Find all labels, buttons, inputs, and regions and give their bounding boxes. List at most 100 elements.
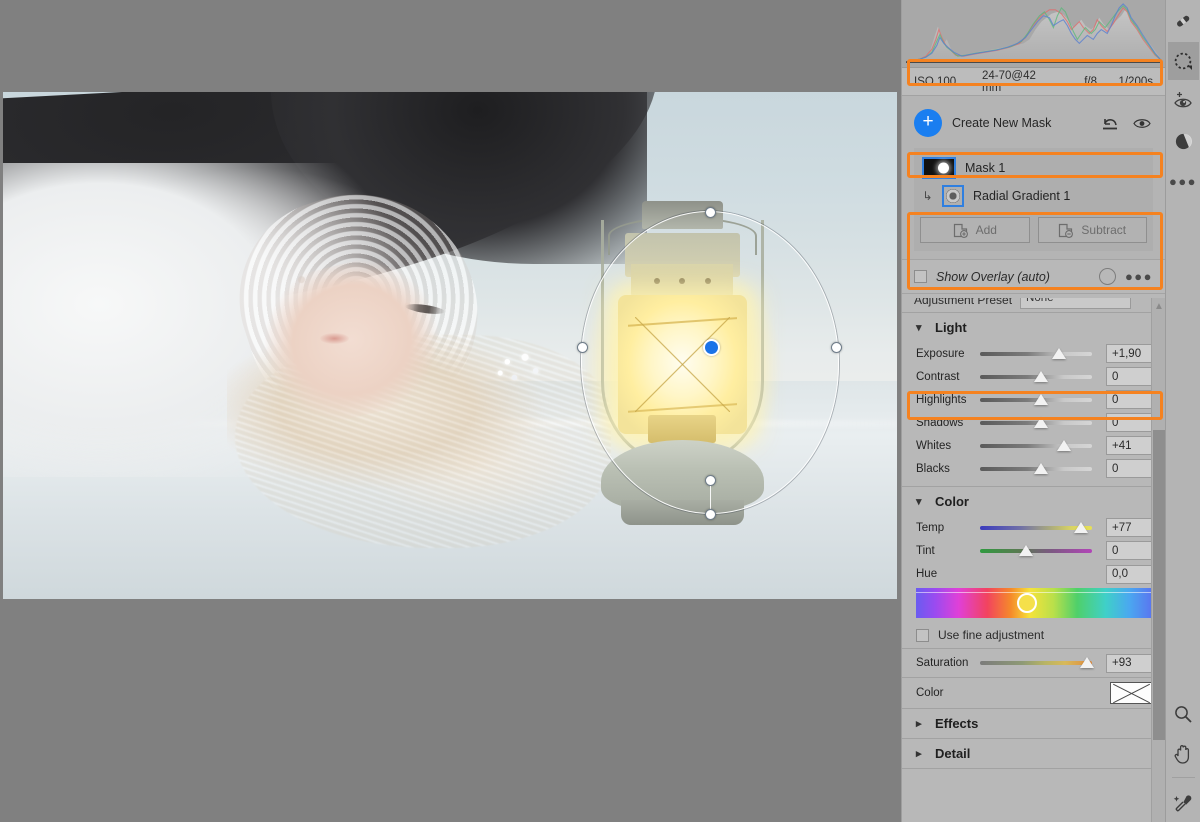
slider-track-area[interactable]: [980, 342, 1102, 365]
slider-track-area[interactable]: [980, 388, 1102, 411]
slider-thumb[interactable]: [1057, 439, 1072, 451]
overlay-color-circle-icon[interactable]: [1098, 268, 1116, 285]
slider-label: Shadows: [916, 416, 964, 429]
slider-value[interactable]: 0: [1106, 367, 1153, 386]
scroll-up-icon[interactable]: ▲: [1152, 300, 1166, 314]
photo-preview[interactable]: [3, 92, 897, 599]
color-swatch-row[interactable]: Color: [902, 678, 1165, 708]
eyedropper-tool[interactable]: [1168, 784, 1199, 822]
slider-value[interactable]: 0: [1106, 541, 1153, 560]
show-overlay-row[interactable]: Show Overlay (auto) ●●●: [902, 260, 1165, 294]
slider-thumb[interactable]: [1080, 657, 1095, 668]
slider-blacks[interactable]: Blacks 0: [902, 457, 1165, 480]
slider-thumb[interactable]: [1034, 370, 1048, 382]
hue-value[interactable]: 0,0: [1106, 564, 1153, 584]
hue-row[interactable]: Hue 0,0: [902, 562, 1165, 586]
slider-thumb[interactable]: [1019, 544, 1034, 556]
magnifier-icon: [1175, 706, 1192, 723]
color-row-label: Color: [916, 687, 944, 699]
slider-value[interactable]: 0: [1106, 459, 1153, 478]
slider-track-area[interactable]: [980, 434, 1102, 457]
red-eye-tool[interactable]: [1168, 82, 1199, 120]
radial-feather-handle[interactable]: [705, 509, 716, 520]
adjustment-preset-label: Adjustment Preset: [914, 298, 1013, 307]
masking-circle-icon: [1174, 52, 1192, 70]
slider-track-area[interactable]: [980, 539, 1102, 562]
radial-right-handle[interactable]: [831, 342, 842, 353]
eye-icon[interactable]: [1131, 112, 1153, 134]
slider-thumb[interactable]: [1034, 393, 1048, 405]
healing-brush-tool[interactable]: [1168, 2, 1199, 40]
create-new-mask-row[interactable]: + Create New Mask: [914, 106, 1153, 140]
shutter-value: 1/200s: [1118, 75, 1153, 88]
plus-icon[interactable]: +: [914, 109, 942, 137]
slider-track-area[interactable]: [980, 365, 1102, 388]
slider-highlights[interactable]: Highlights 0: [902, 388, 1165, 411]
zoom-tool[interactable]: [1168, 695, 1199, 733]
lantern-cross-frame: [634, 317, 730, 412]
slider-value[interactable]: +77: [1106, 518, 1153, 537]
hand-tool[interactable]: [1168, 735, 1199, 773]
slider-value[interactable]: +41: [1106, 436, 1153, 455]
red-eye-icon: [1174, 92, 1192, 108]
slider-saturation[interactable]: Saturation +93: [902, 649, 1165, 677]
scrollbar-thumb[interactable]: [1153, 430, 1165, 740]
radial-center-handle[interactable]: [703, 339, 720, 356]
slider-contrast[interactable]: Contrast 0: [902, 365, 1165, 388]
subtract-button[interactable]: Subtract: [1037, 217, 1147, 243]
spot-removal-tool[interactable]: [1168, 122, 1199, 160]
photo-lantern: [598, 201, 768, 528]
slider-label: Contrast: [916, 370, 960, 383]
more-options-icon[interactable]: ●●●: [1125, 269, 1153, 284]
slider-track-area[interactable]: [980, 516, 1102, 539]
radial-bottom-handle[interactable]: [705, 475, 716, 486]
slider-track-area[interactable]: [980, 457, 1102, 480]
slider-value[interactable]: +93: [1106, 653, 1153, 673]
slider-temp[interactable]: Temp +77: [902, 516, 1165, 539]
slider-thumb[interactable]: [1034, 416, 1048, 428]
add-button[interactable]: Add: [920, 217, 1030, 243]
slider-shadows[interactable]: Shadows 0: [902, 411, 1165, 434]
slider-value[interactable]: +1,90: [1106, 344, 1153, 363]
masking-tool[interactable]: [1167, 42, 1199, 80]
subtract-label: Subtract: [1081, 223, 1127, 237]
mask-list-item-radial-gradient[interactable]: ↳ Radial Gradient 1: [920, 182, 1147, 210]
fine-adjustment-checkbox[interactable]: [916, 628, 929, 642]
slider-value[interactable]: 0: [1106, 413, 1153, 432]
detail-section-title: Detail: [935, 746, 971, 761]
show-overlay-checkbox[interactable]: [914, 270, 927, 283]
mask-list-item-mask1[interactable]: Mask 1: [920, 154, 1147, 182]
adjustment-preset-value[interactable]: None: [1020, 298, 1131, 309]
radial-left-handle[interactable]: [577, 342, 588, 353]
detail-section-header[interactable]: ▸ Detail: [902, 739, 1165, 768]
histogram[interactable]: [902, 0, 1165, 68]
canvas-area[interactable]: [0, 0, 901, 822]
light-section-header[interactable]: ▾ Light: [902, 313, 1165, 342]
radial-top-handle[interactable]: [705, 207, 716, 218]
color-section-header[interactable]: ▾ Color: [902, 487, 1165, 516]
undo-icon[interactable]: [1099, 112, 1121, 134]
slider-exposure[interactable]: Exposure +1,90: [902, 342, 1165, 365]
more-tools[interactable]: ●●●: [1168, 162, 1199, 200]
empty-color-swatch-icon[interactable]: [1110, 682, 1153, 704]
slider-tint[interactable]: Tint 0: [902, 539, 1165, 562]
slider-thumb[interactable]: [1052, 347, 1067, 359]
effects-section-header[interactable]: ▸ Effects: [902, 709, 1165, 738]
aperture-value: f/8: [1084, 75, 1097, 88]
slider-thumb[interactable]: [1074, 521, 1089, 533]
adjustment-preset-row[interactable]: Adjustment Preset None: [902, 298, 1165, 312]
adjustment-scroll-region[interactable]: Adjustment Preset None ▾ Light Exposure …: [902, 298, 1165, 822]
hue-marker[interactable]: [1017, 593, 1038, 613]
use-fine-adjustment-row[interactable]: Use fine adjustment: [902, 622, 1165, 648]
hue-spectrum-strip[interactable]: [916, 588, 1153, 618]
photo-image: [3, 92, 897, 599]
panel-scrollbar[interactable]: ▲: [1151, 298, 1165, 822]
slider-whites[interactable]: Whites +41: [902, 434, 1165, 457]
slider-track-area[interactable]: [980, 652, 1102, 675]
slider-track-area[interactable]: [980, 411, 1102, 434]
fine-adjustment-label: Use fine adjustment: [938, 628, 1045, 642]
slider-thumb[interactable]: [1034, 462, 1048, 474]
subtract-shape-icon: [1059, 223, 1074, 238]
mask-item-label: Radial Gradient 1: [973, 189, 1071, 203]
slider-value[interactable]: 0: [1106, 390, 1153, 409]
